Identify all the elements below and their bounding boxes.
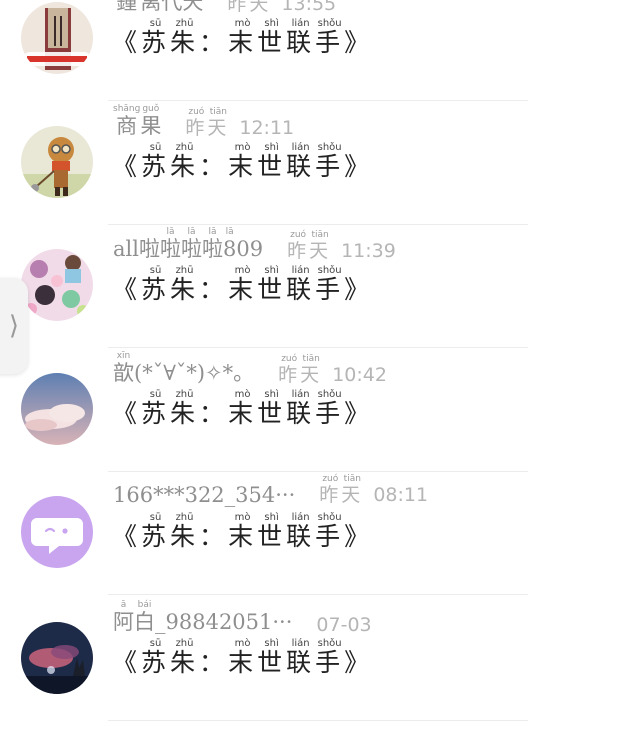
message-preview: 《苏sū朱zhū：末mò世shì联lián手shǒu》 (112, 512, 374, 551)
avatar-clouds[interactable] (21, 373, 93, 445)
message-list-item[interactable]: 166***322_354··· 昨zuó天tiān08:11 《苏sū朱zhū：末… (0, 472, 640, 596)
divider (108, 594, 528, 595)
message-list-item[interactable]: 阿ā白bái_98842051··· 07-03 《苏sū朱zhū：末mò世shì联… (0, 598, 640, 722)
message-list-item[interactable]: all啦啦lā啦lā啦lā8lā09 昨zuó天tiān11:39 《苏sū朱zhū… (0, 225, 640, 349)
message-timestamp: 昨zuó天tiān13:55 (227, 0, 337, 15)
avatar-girl[interactable] (21, 2, 93, 74)
message-timestamp: 昨zuó天tiān10:42 (278, 354, 387, 386)
divider (108, 347, 528, 348)
chevron-right-icon: ⟩ (8, 311, 20, 341)
avatar-night-sky[interactable] (21, 622, 93, 694)
message-timestamp: 昨zuó天tiān11:39 (287, 230, 396, 262)
avatar-cartoon-boy[interactable] (21, 126, 93, 198)
sender-name: 166***322_354··· (113, 483, 296, 507)
divider (108, 720, 528, 721)
sender-name: all啦啦lā啦lā啦lā8lā09 (113, 227, 264, 261)
message-preview: 《苏sū朱zhū：末mò世shì联lián手shǒu》 (112, 265, 374, 304)
side-expand-tab[interactable]: ⟩ (0, 278, 28, 374)
message-list-item[interactable]: 歆xīn(*ˇ∀ˇ*)✧*。 昨zuó天tiān10:42 《苏sū朱zhū：末mò… (0, 349, 640, 473)
sender-name: 歆xīn(*ˇ∀ˇ*)✧*。 (113, 351, 255, 385)
message-timestamp: 昨zuó天tiān12:11 (185, 107, 295, 139)
avatar-collage[interactable] (21, 249, 93, 321)
message-meta: all啦啦lā啦lā啦lā8lā09 昨zuó天tiān11:39 (113, 227, 396, 263)
message-preview: 《苏sū朱zhū：末mò世shì联lián手shǒu》 (112, 142, 374, 181)
message-list-item[interactable]: 鍾zhōng离lí代dài天tiān 昨zuó天tiān13:55 《苏sū朱zhū… (0, 0, 640, 102)
sender-name: 商shāng果guǒ (113, 104, 162, 138)
message-list-item[interactable]: 商shāng果guǒ 昨zuó天tiān12:11 《苏sū朱zhū：末mò世shì… (0, 102, 640, 226)
message-meta: 鍾zhōng离lí代dài天tiān 昨zuó天tiān13:55 (113, 0, 336, 16)
message-meta: 商shāng果guǒ 昨zuó天tiān12:11 (113, 104, 294, 140)
message-meta: 166***322_354··· 昨zuó天tiān08:11 (113, 474, 428, 507)
avatar-chat-bubble[interactable] (21, 496, 93, 568)
message-meta: 歆xīn(*ˇ∀ˇ*)✧*。 昨zuó天tiān10:42 (113, 351, 387, 387)
message-preview: 《苏sū朱zhū：末mò世shì联lián手shǒu》 (112, 638, 374, 677)
sender-name: 鍾zhōng离lí代dài天tiān (113, 0, 204, 14)
divider (108, 100, 528, 101)
message-timestamp: 07-03 (316, 614, 372, 636)
message-preview: 《苏sū朱zhū：末mò世shì联lián手shǒu》 (112, 389, 374, 428)
message-preview: 《苏sū朱zhū：末mò世shì联lián手shǒu》 (112, 18, 374, 57)
message-meta: 阿ā白bái_98842051··· 07-03 (113, 600, 372, 636)
message-timestamp: 昨zuó天tiān08:11 (319, 474, 429, 506)
sender-name: 阿ā白bái_98842051··· (113, 600, 293, 634)
